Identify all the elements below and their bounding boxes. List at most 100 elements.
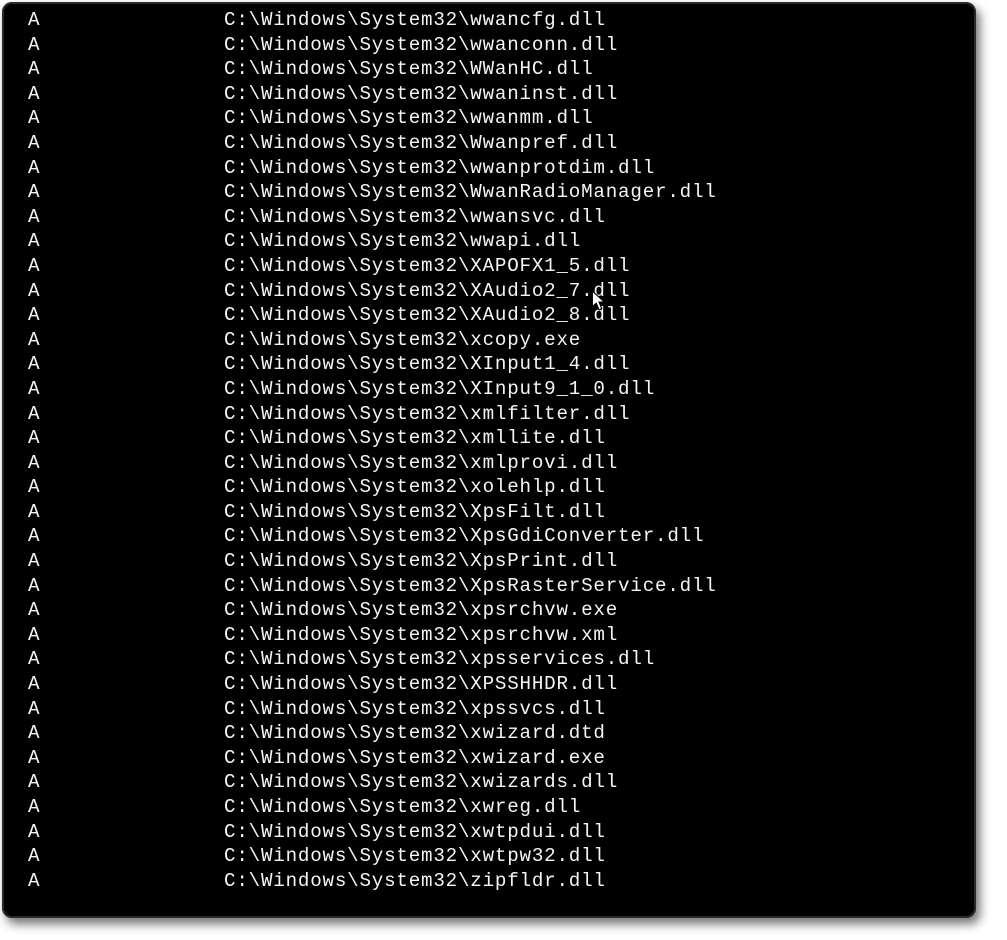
- output-row: AC:\Windows\System32\xpsrchvw.exe: [28, 598, 956, 623]
- output-row: AC:\Windows\System32\xmlfilter.dll: [28, 402, 956, 427]
- file-path: C:\Windows\System32\XInput1_4.dll: [224, 352, 630, 377]
- file-attribute: A: [28, 697, 224, 722]
- output-row: AC:\Windows\System32\xolehlp.dll: [28, 475, 956, 500]
- output-row: AC:\Windows\System32\xpsrchvw.xml: [28, 623, 956, 648]
- output-row: AC:\Windows\System32\wwapi.dll: [28, 229, 956, 254]
- output-row: AC:\Windows\System32\WWanHC.dll: [28, 57, 956, 82]
- file-attribute: A: [28, 869, 224, 894]
- file-path: C:\Windows\System32\zipfldr.dll: [224, 869, 606, 894]
- file-attribute: A: [28, 795, 224, 820]
- file-attribute: A: [28, 180, 224, 205]
- output-row: AC:\Windows\System32\XpsFilt.dll: [28, 500, 956, 525]
- output-row: AC:\Windows\System32\XInput1_4.dll: [28, 352, 956, 377]
- file-attribute: A: [28, 672, 224, 697]
- file-path: C:\Windows\System32\wwaninst.dll: [224, 82, 618, 107]
- file-path: C:\Windows\System32\xwizard.exe: [224, 746, 606, 771]
- file-attribute: A: [28, 229, 224, 254]
- file-path: C:\Windows\System32\xpsrchvw.xml: [224, 623, 618, 648]
- file-attribute: A: [28, 574, 224, 599]
- file-attribute: A: [28, 82, 224, 107]
- file-attribute: A: [28, 33, 224, 58]
- output-row: AC:\Windows\System32\wwancfg.dll: [28, 8, 956, 33]
- file-path: C:\Windows\System32\xpsrchvw.exe: [224, 598, 618, 623]
- output-row: AC:\Windows\System32\XpsRasterService.dl…: [28, 574, 956, 599]
- file-path: C:\Windows\System32\XpsPrint.dll: [224, 549, 618, 574]
- file-attribute: A: [28, 131, 224, 156]
- file-attribute: A: [28, 524, 224, 549]
- file-attribute: A: [28, 402, 224, 427]
- output-row: AC:\Windows\System32\XPSSHHDR.dll: [28, 672, 956, 697]
- file-attribute: A: [28, 328, 224, 353]
- file-path: C:\Windows\System32\xcopy.exe: [224, 328, 581, 353]
- file-attribute: A: [28, 106, 224, 131]
- output-row: AC:\Windows\System32\wwaninst.dll: [28, 82, 956, 107]
- terminal-output[interactable]: AC:\Windows\System32\wwancfg.dllAC:\Wind…: [28, 8, 956, 918]
- file-path: C:\Windows\System32\XAudio2_7.dll: [224, 279, 630, 304]
- file-path: C:\Windows\System32\XpsFilt.dll: [224, 500, 606, 525]
- file-path: C:\Windows\System32\xwizards.dll: [224, 770, 618, 795]
- file-attribute: A: [28, 549, 224, 574]
- file-path: C:\Windows\System32\wwancfg.dll: [224, 8, 606, 33]
- file-path: C:\Windows\System32\XAudio2_8.dll: [224, 303, 630, 328]
- file-attribute: A: [28, 844, 224, 869]
- file-attribute: A: [28, 647, 224, 672]
- output-row: AC:\Windows\System32\wwanconn.dll: [28, 33, 956, 58]
- output-row: AC:\Windows\System32\XAPOFX1_5.dll: [28, 254, 956, 279]
- file-path: C:\Windows\System32\XAPOFX1_5.dll: [224, 254, 630, 279]
- file-attribute: A: [28, 746, 224, 771]
- file-path: C:\Windows\System32\wwanconn.dll: [224, 33, 618, 58]
- file-attribute: A: [28, 598, 224, 623]
- file-attribute: A: [28, 426, 224, 451]
- file-path: C:\Windows\System32\XInput9_1_0.dll: [224, 377, 655, 402]
- file-path: C:\Windows\System32\xolehlp.dll: [224, 475, 606, 500]
- file-path: C:\Windows\System32\xmlprovi.dll: [224, 451, 618, 476]
- file-path: C:\Windows\System32\xwtpdui.dll: [224, 820, 606, 845]
- output-row: AC:\Windows\System32\wwanprotdim.dll: [28, 156, 956, 181]
- output-row: AC:\Windows\System32\xwizards.dll: [28, 770, 956, 795]
- output-row: AC:\Windows\System32\XAudio2_7.dll: [28, 279, 956, 304]
- file-path: C:\Windows\System32\XpsGdiConverter.dll: [224, 524, 704, 549]
- output-row: AC:\Windows\System32\XAudio2_8.dll: [28, 303, 956, 328]
- file-attribute: A: [28, 254, 224, 279]
- file-attribute: A: [28, 205, 224, 230]
- output-row: AC:\Windows\System32\XpsGdiConverter.dll: [28, 524, 956, 549]
- file-path: C:\Windows\System32\Wwanpref.dll: [224, 131, 618, 156]
- file-attribute: A: [28, 623, 224, 648]
- file-attribute: A: [28, 156, 224, 181]
- output-row: AC:\Windows\System32\zipfldr.dll: [28, 869, 956, 894]
- file-attribute: A: [28, 721, 224, 746]
- file-attribute: A: [28, 500, 224, 525]
- terminal-window[interactable]: AC:\Windows\System32\wwancfg.dllAC:\Wind…: [2, 2, 976, 918]
- file-attribute: A: [28, 352, 224, 377]
- output-row: AC:\Windows\System32\xpssvcs.dll: [28, 697, 956, 722]
- output-row: AC:\Windows\System32\XpsPrint.dll: [28, 549, 956, 574]
- file-path: C:\Windows\System32\wwanmm.dll: [224, 106, 593, 131]
- file-attribute: A: [28, 475, 224, 500]
- output-row: AC:\Windows\System32\xwtpdui.dll: [28, 820, 956, 845]
- file-path: C:\Windows\System32\xwizard.dtd: [224, 721, 606, 746]
- file-attribute: A: [28, 770, 224, 795]
- file-path: C:\Windows\System32\wwapi.dll: [224, 229, 581, 254]
- file-attribute: A: [28, 451, 224, 476]
- blank-line: [28, 893, 956, 918]
- output-row: AC:\Windows\System32\XInput9_1_0.dll: [28, 377, 956, 402]
- file-path: C:\Windows\System32\xpsservices.dll: [224, 647, 655, 672]
- output-row: AC:\Windows\System32\xpsservices.dll: [28, 647, 956, 672]
- file-path: C:\Windows\System32\wwansvc.dll: [224, 205, 606, 230]
- output-row: AC:\Windows\System32\xmllite.dll: [28, 426, 956, 451]
- file-attribute: A: [28, 377, 224, 402]
- output-row: AC:\Windows\System32\xwizard.dtd: [28, 721, 956, 746]
- file-path: C:\Windows\System32\XPSSHHDR.dll: [224, 672, 618, 697]
- output-row: AC:\Windows\System32\xwizard.exe: [28, 746, 956, 771]
- file-attribute: A: [28, 57, 224, 82]
- output-row: AC:\Windows\System32\xmlprovi.dll: [28, 451, 956, 476]
- file-path: C:\Windows\System32\WWanHC.dll: [224, 57, 593, 82]
- file-path: C:\Windows\System32\XpsRasterService.dll: [224, 574, 717, 599]
- output-row: AC:\Windows\System32\xwtpw32.dll: [28, 844, 956, 869]
- file-path: C:\Windows\System32\WwanRadioManager.dll: [224, 180, 717, 205]
- output-row: AC:\Windows\System32\xcopy.exe: [28, 328, 956, 353]
- file-path: C:\Windows\System32\xwreg.dll: [224, 795, 581, 820]
- file-attribute: A: [28, 279, 224, 304]
- file-attribute: A: [28, 303, 224, 328]
- output-row: AC:\Windows\System32\xwreg.dll: [28, 795, 956, 820]
